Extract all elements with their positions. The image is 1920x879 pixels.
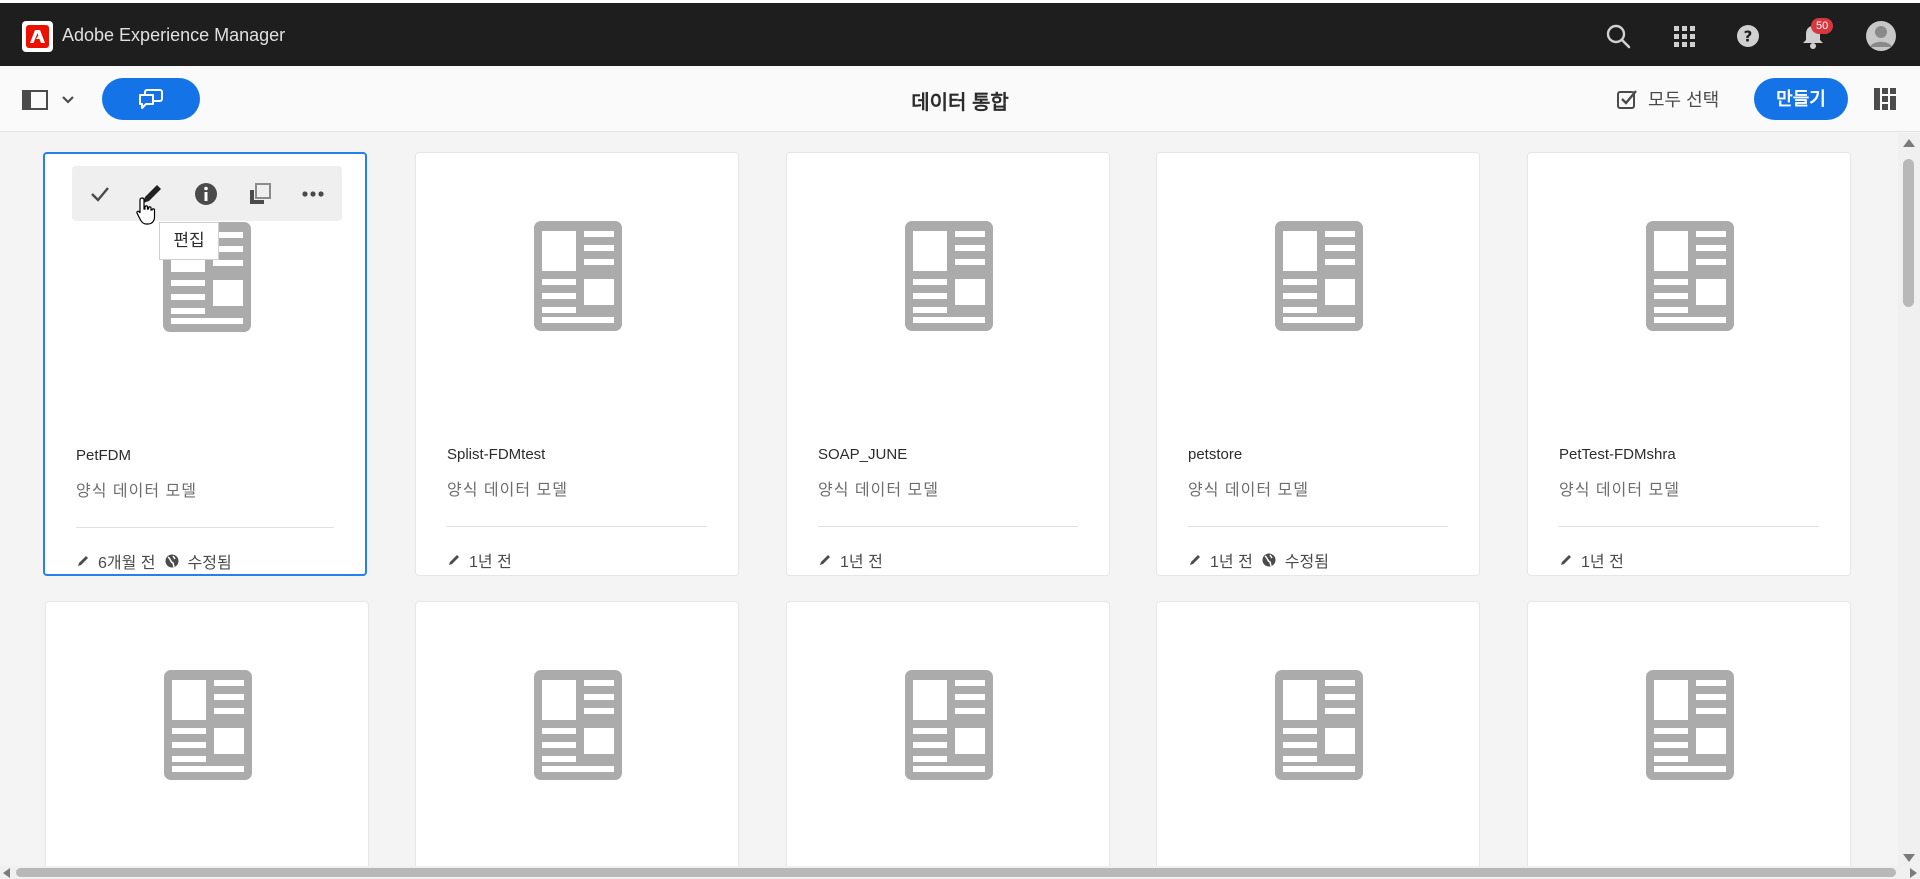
card-divider xyxy=(818,526,1078,527)
card-item[interactable] xyxy=(1156,601,1480,866)
form-data-model-thumbnail-icon xyxy=(1275,670,1363,780)
horizontal-scroll-thumb[interactable] xyxy=(16,868,1896,877)
card-meta: 1년 전 수정됨 xyxy=(1188,548,1329,572)
pencil-icon xyxy=(1561,555,1571,565)
card-type: 양식 데이터 모델 xyxy=(1559,482,1680,499)
card-modified: 1년 전 xyxy=(1210,554,1253,571)
pencil-icon xyxy=(1190,555,1200,565)
card-status: 수정됨 xyxy=(1284,554,1329,571)
user-avatar-icon[interactable] xyxy=(1865,20,1897,52)
select-all-label: 모두 선택 xyxy=(1648,90,1720,110)
adobe-logo-icon[interactable] xyxy=(22,21,53,52)
card-item[interactable] xyxy=(786,601,1110,866)
notification-badge: 50 xyxy=(1811,18,1834,34)
card-item[interactable]: Splist-FDMtest 양식 데이터 모델 1년 전 xyxy=(415,152,739,576)
globe-icon xyxy=(165,554,179,568)
apps-grid-icon[interactable] xyxy=(1670,22,1698,50)
form-data-model-thumbnail-icon xyxy=(905,670,993,780)
annotate-button[interactable] xyxy=(102,78,200,120)
view-switcher-icon[interactable] xyxy=(1873,87,1897,111)
card-item[interactable]: PetTest-FDMshra 양식 데이터 모델 1년 전 xyxy=(1527,152,1851,576)
card-modified: 1년 전 xyxy=(840,554,883,571)
card-item[interactable]: SOAP_JUNE 양식 데이터 모델 1년 전 xyxy=(786,152,1110,576)
card-meta: 6개월 전 수정됨 xyxy=(76,549,232,573)
card-item[interactable] xyxy=(1527,601,1851,866)
globe-icon xyxy=(1262,553,1276,567)
card-title: petstore xyxy=(1188,446,1243,463)
card-meta: 1년 전 xyxy=(1559,548,1624,572)
form-data-model-thumbnail-icon xyxy=(534,221,622,331)
card-divider xyxy=(1559,526,1819,527)
card-item[interactable] xyxy=(45,601,369,866)
form-data-model-thumbnail-icon xyxy=(164,670,252,780)
card-meta: 1년 전 xyxy=(447,548,512,572)
card-type: 양식 데이터 모델 xyxy=(76,483,197,500)
card-title: Splist-FDMtest xyxy=(447,446,546,463)
card-type: 양식 데이터 모델 xyxy=(818,482,939,499)
form-data-model-thumbnail-icon xyxy=(1646,670,1734,780)
rail-toggle[interactable] xyxy=(22,88,82,112)
pencil-icon xyxy=(820,555,830,565)
form-data-model-thumbnail-icon xyxy=(905,221,993,331)
edit-tooltip: 편집 xyxy=(159,222,219,260)
scroll-left-arrow-icon[interactable] xyxy=(3,868,10,878)
select-all-button[interactable]: 모두 선택 xyxy=(1616,85,1719,113)
comments-icon xyxy=(139,89,163,109)
card-item[interactable] xyxy=(415,601,739,866)
pencil-icon xyxy=(449,555,459,565)
properties-info-icon[interactable] xyxy=(193,181,219,207)
card-divider xyxy=(76,527,334,528)
action-bar: 데이터 통합 모두 선택 만들기 xyxy=(0,66,1920,132)
card-grid: PetFDM 양식 데이터 모델 6개월 전 수정됨 Splist-FDMtes… xyxy=(0,133,1898,866)
form-data-model-thumbnail-icon xyxy=(1646,221,1734,331)
search-icon[interactable] xyxy=(1604,22,1632,50)
card-item[interactable]: petstore 양식 데이터 모델 1년 전 수정됨 xyxy=(1156,152,1480,576)
vertical-scroll-thumb[interactable] xyxy=(1903,159,1914,307)
checkbox-icon xyxy=(1617,90,1637,109)
select-checkmark-icon[interactable] xyxy=(87,181,113,207)
pencil-icon xyxy=(78,556,88,566)
shell-header: Adobe Experience Manager ? 50 xyxy=(0,0,1920,66)
card-type: 양식 데이터 모델 xyxy=(447,482,568,499)
scroll-down-arrow-icon[interactable] xyxy=(1903,854,1915,862)
hand-cursor-icon xyxy=(135,196,159,226)
card-modified: 6개월 전 xyxy=(98,555,156,572)
create-button[interactable]: 만들기 xyxy=(1754,78,1848,120)
card-type: 양식 데이터 모델 xyxy=(1188,482,1309,499)
scroll-right-arrow-icon[interactable] xyxy=(1910,868,1917,878)
card-quick-actions xyxy=(72,166,342,221)
app-title[interactable]: Adobe Experience Manager xyxy=(62,25,285,46)
form-data-model-thumbnail-icon xyxy=(534,670,622,780)
card-title: PetFDM xyxy=(76,447,132,464)
card-status: 수정됨 xyxy=(187,555,232,572)
help-icon[interactable]: ? xyxy=(1734,22,1762,50)
vertical-scrollbar[interactable] xyxy=(1898,133,1920,866)
copy-icon[interactable] xyxy=(247,181,273,207)
more-actions-icon[interactable] xyxy=(300,181,326,207)
card-divider xyxy=(1188,526,1448,527)
scroll-up-arrow-icon[interactable] xyxy=(1903,139,1915,147)
svg-text:?: ? xyxy=(1744,28,1753,46)
card-meta: 1년 전 xyxy=(818,548,883,572)
horizontal-scrollbar[interactable] xyxy=(0,866,1920,879)
card-title: SOAP_JUNE xyxy=(818,446,908,463)
form-data-model-thumbnail-icon xyxy=(1275,221,1363,331)
card-modified: 1년 전 xyxy=(469,554,512,571)
card-modified: 1년 전 xyxy=(1581,554,1624,571)
card-title: PetTest-FDMshra xyxy=(1559,446,1676,463)
card-divider xyxy=(447,526,707,527)
